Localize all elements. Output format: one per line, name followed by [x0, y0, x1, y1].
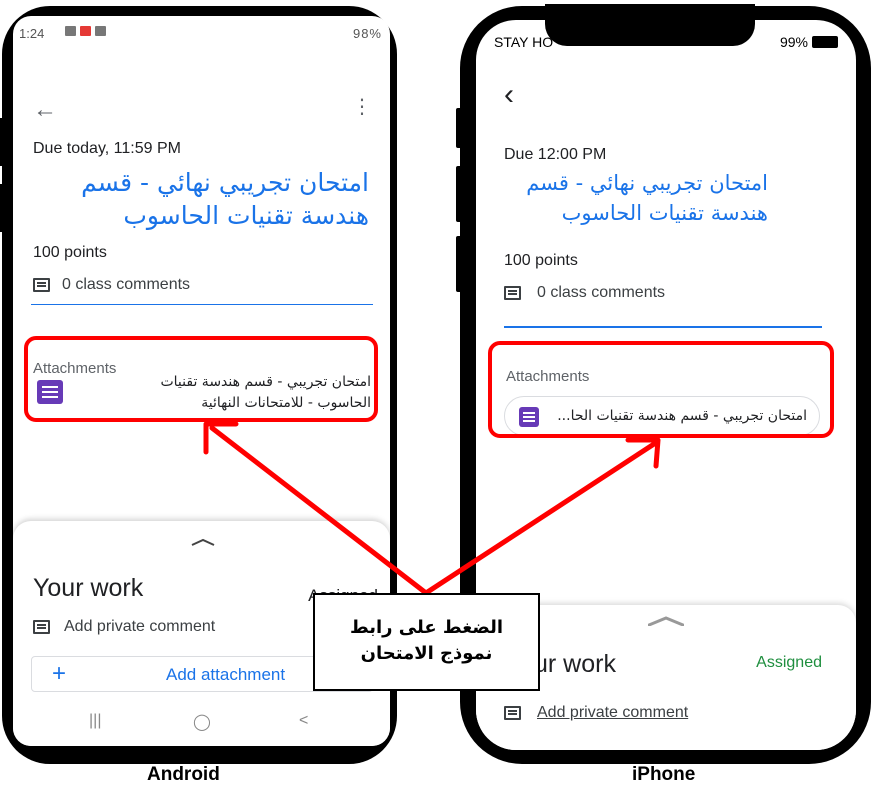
volume-button	[0, 184, 4, 232]
chevron-up-icon[interactable]	[191, 538, 215, 546]
private-comment-link[interactable]: Add private comment	[33, 618, 215, 636]
private-comment-label: Add private comment	[537, 704, 689, 721]
add-attachment-label: Add attachment	[166, 665, 286, 684]
callout-text: الضغط على رابط نموذج الامتحان	[315, 615, 538, 667]
highlight-box-android	[24, 336, 378, 422]
silent-switch	[456, 108, 462, 148]
volume-button	[456, 166, 462, 222]
status-bar: 1:24 98%	[13, 16, 390, 44]
status-time: 1:24	[19, 26, 45, 41]
battery-status: 99%	[780, 34, 838, 50]
recents-button[interactable]: |||	[89, 712, 101, 730]
assignment-title: امتحان تجريبي نهائي - قسم هندسة تقنيات ا…	[526, 171, 768, 225]
divider	[31, 304, 373, 305]
mail-icon	[95, 26, 106, 36]
points: 100 points	[33, 244, 107, 261]
private-comment-link[interactable]: Add private comment	[504, 704, 688, 722]
points: 100 points	[504, 252, 578, 269]
your-work-heading: ur work	[534, 650, 616, 678]
status-text: STAY HO	[494, 34, 554, 50]
nav-back-button[interactable]: <	[299, 712, 308, 730]
divider	[504, 326, 822, 328]
status-badge: Assigned	[756, 654, 822, 671]
volume-button	[456, 236, 462, 292]
back-arrow-icon[interactable]: ‹	[504, 78, 514, 112]
battery-level: 99%	[779, 34, 808, 50]
more-vert-icon[interactable]: ⋮	[352, 94, 372, 119]
app-notification-icon	[80, 26, 91, 36]
comment-icon	[504, 286, 521, 300]
plus-icon: +	[52, 660, 67, 687]
comment-icon	[33, 278, 50, 292]
callout-line-1: الضغط على رابط	[349, 617, 504, 638]
iphone-notch	[545, 4, 755, 46]
caption-iphone: iPhone	[632, 764, 696, 785]
comment-icon	[33, 620, 50, 634]
chevron-up-icon[interactable]	[648, 616, 684, 626]
notification-icons	[65, 26, 106, 36]
battery-icon	[812, 36, 838, 48]
callout-line-2: نموذج الامتحان	[360, 643, 493, 664]
due-date: Due 12:00 PM	[504, 146, 607, 163]
caption-android: Android	[147, 764, 220, 785]
your-work-heading: Your work	[33, 574, 144, 602]
battery-level: 98%	[352, 26, 382, 41]
class-comments-label: 0 class comments	[62, 276, 191, 293]
gallery-icon	[65, 26, 76, 36]
android-nav-bar: ||| ◯ <	[13, 700, 390, 746]
class-comments-label: 0 class comments	[537, 284, 666, 301]
home-button[interactable]: ◯	[193, 712, 211, 732]
volume-button	[0, 118, 4, 166]
highlight-box-iphone	[488, 341, 834, 438]
instruction-callout: الضغط على رابط نموذج الامتحان	[313, 593, 540, 691]
back-arrow-icon[interactable]: ←	[33, 96, 57, 124]
private-comment-label: Add private comment	[64, 618, 216, 635]
assignment-title: امتحان تجريبي نهائي - قسم هندسة تقنيات ا…	[81, 168, 369, 230]
comment-icon	[504, 706, 521, 720]
class-comments-link[interactable]: 0 class comments	[33, 276, 190, 294]
class-comments-link[interactable]: 0 class comments	[504, 284, 665, 302]
due-date: Due today, 11:59 PM	[33, 140, 181, 157]
